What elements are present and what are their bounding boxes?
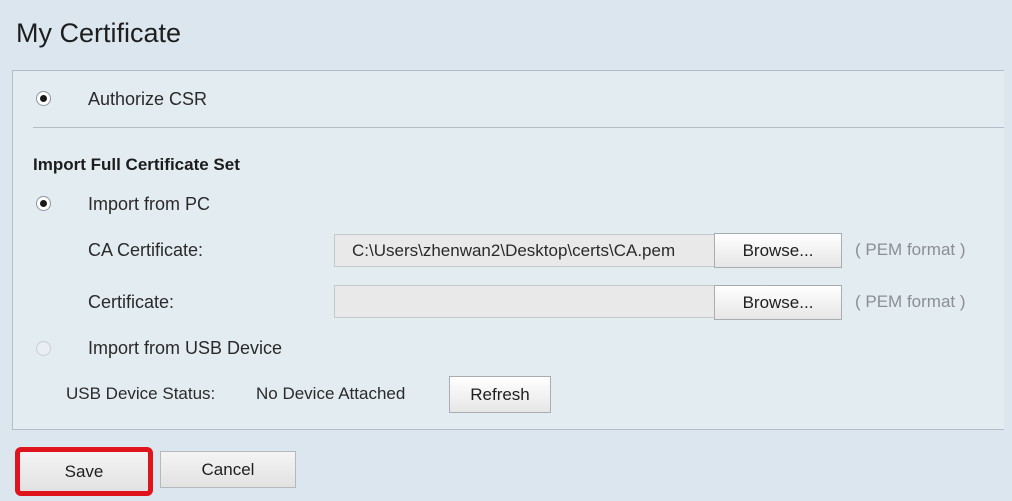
certificate-label: Certificate: <box>88 292 175 312</box>
usb-status-value: No Device Attached <box>256 384 406 403</box>
certificate-field[interactable] <box>334 285 716 318</box>
import-from-pc-label: Import from PC <box>88 194 211 214</box>
page-title: My Certificate <box>16 18 182 48</box>
import-section-title: Import Full Certificate Set <box>33 155 240 174</box>
section-divider <box>33 127 1004 128</box>
certificate-browse-button[interactable]: Browse... <box>714 285 842 320</box>
authorize-csr-radio[interactable] <box>36 91 51 106</box>
ca-certificate-browse-button[interactable]: Browse... <box>714 233 842 268</box>
import-from-usb-label: Import from USB Device <box>88 338 283 358</box>
refresh-button[interactable]: Refresh <box>449 376 551 413</box>
ca-certificate-format-hint: ( PEM format ) <box>855 240 966 259</box>
import-from-usb-radio[interactable] <box>36 341 51 356</box>
save-button-highlight <box>15 447 153 496</box>
ca-certificate-label: CA Certificate: <box>88 240 204 260</box>
usb-status-label: USB Device Status: <box>66 384 216 403</box>
certificate-format-hint: ( PEM format ) <box>855 292 966 311</box>
radio-selected-dot <box>40 95 47 102</box>
ca-certificate-field[interactable]: C:\Users\zhenwan2\Desktop\certs\CA.pem <box>334 234 716 267</box>
radio-selected-dot <box>40 200 47 207</box>
cancel-button[interactable]: Cancel <box>160 451 296 488</box>
import-from-pc-radio[interactable] <box>36 196 51 211</box>
authorize-csr-label: Authorize CSR <box>88 89 208 109</box>
